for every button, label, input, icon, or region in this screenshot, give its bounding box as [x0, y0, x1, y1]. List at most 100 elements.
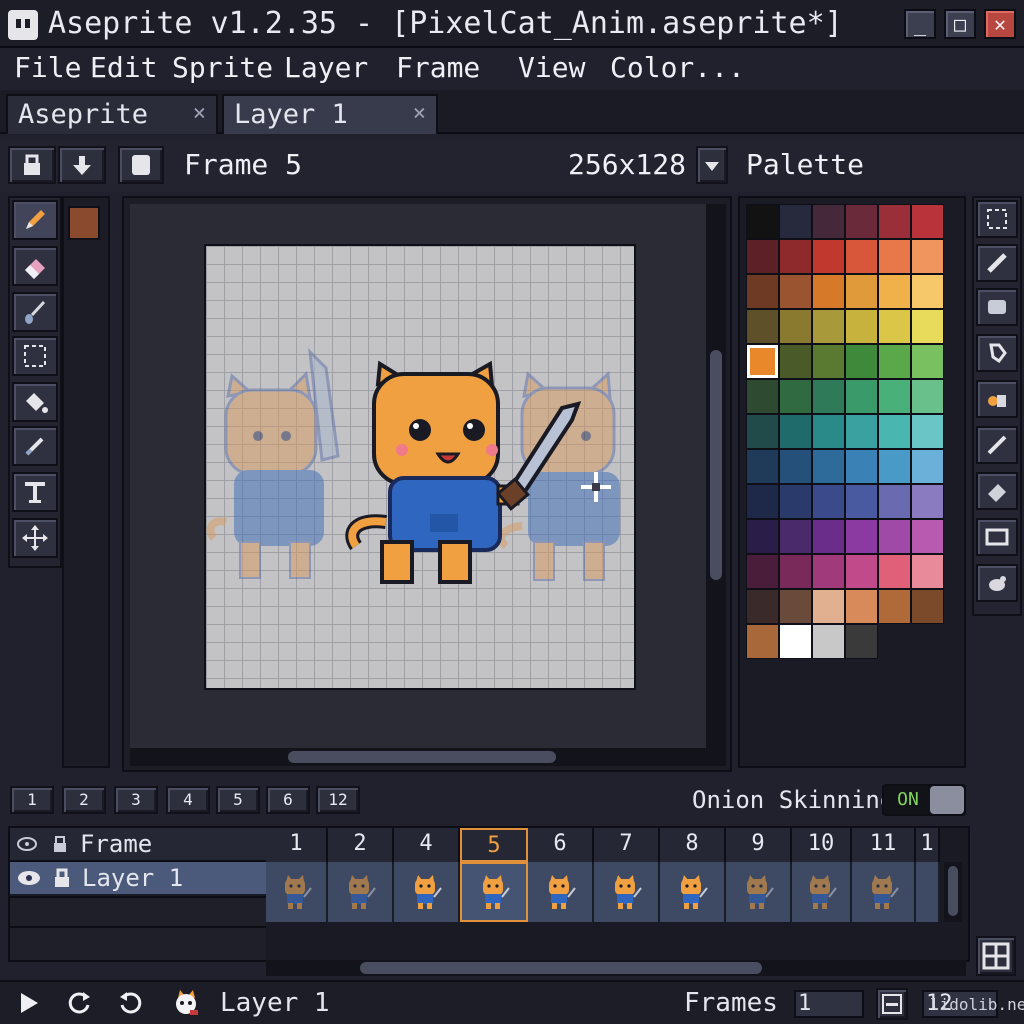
sprite-canvas[interactable]	[204, 244, 636, 690]
palette-swatch[interactable]	[911, 449, 944, 484]
palette-swatch[interactable]	[746, 519, 779, 554]
palette-swatch[interactable]	[845, 239, 878, 274]
palette-swatch[interactable]	[878, 274, 911, 309]
palette-swatch[interactable]	[845, 274, 878, 309]
rectangle-tool-button[interactable]	[976, 288, 1018, 326]
undo-button[interactable]	[116, 988, 146, 1018]
palette-swatch[interactable]	[812, 484, 845, 519]
frame-cel[interactable]	[792, 862, 852, 922]
palette-swatch[interactable]	[845, 484, 878, 519]
eyedropper-tool-button[interactable]	[12, 426, 58, 466]
palette-swatch[interactable]	[812, 274, 845, 309]
frame-button-4[interactable]: 4	[166, 786, 210, 814]
menu-edit[interactable]: Edit	[90, 50, 157, 86]
palette-swatch[interactable]	[845, 414, 878, 449]
loop-button[interactable]	[64, 988, 94, 1018]
minimize-button[interactable]: _	[904, 9, 936, 39]
frame-header-8[interactable]: 8	[660, 828, 726, 862]
palette-swatch[interactable]	[812, 379, 845, 414]
tab-layer-1[interactable]: Layer 1 ×	[222, 94, 438, 134]
canvas-horizontal-scroll-thumb[interactable]	[288, 751, 556, 763]
frame-header-6[interactable]: 6	[528, 828, 594, 862]
palette-swatch[interactable]	[779, 274, 812, 309]
palette-swatch[interactable]	[812, 239, 845, 274]
move-tool-button[interactable]	[12, 518, 58, 558]
palette-swatch[interactable]	[779, 414, 812, 449]
palette-swatch[interactable]	[746, 379, 779, 414]
menu-frame[interactable]: Frame	[396, 50, 480, 86]
frame-button-12[interactable]: 12	[316, 786, 360, 814]
bird-tool-button[interactable]	[976, 564, 1018, 602]
palette-swatch[interactable]	[746, 344, 779, 379]
frame-cel[interactable]	[328, 862, 394, 922]
palette-swatch[interactable]	[746, 554, 779, 589]
timeline-horizontal-scroll-thumb[interactable]	[360, 962, 762, 974]
palette-swatch[interactable]	[911, 309, 944, 344]
palette-swatch[interactable]	[812, 449, 845, 484]
frames-stepper-button[interactable]	[876, 988, 908, 1020]
palette-swatch[interactable]	[911, 344, 944, 379]
palette-swatch[interactable]	[911, 239, 944, 274]
palette-swatch[interactable]	[878, 554, 911, 589]
paint-bucket-tool-button[interactable]	[12, 382, 58, 422]
palette-swatch[interactable]	[845, 519, 878, 554]
palette-swatch[interactable]	[845, 554, 878, 589]
palette-swatch[interactable]	[779, 449, 812, 484]
frame-header-7[interactable]: 7	[594, 828, 660, 862]
palette-swatch[interactable]	[746, 624, 779, 659]
down-arrow-button[interactable]	[58, 146, 106, 184]
palette-swatch[interactable]	[812, 554, 845, 589]
palette-swatch[interactable]	[746, 484, 779, 519]
palette-swatch[interactable]	[746, 309, 779, 344]
palette-swatch[interactable]	[878, 204, 911, 239]
tab-close-icon[interactable]: ×	[193, 101, 206, 126]
frame-header-1[interactable]: 1	[266, 828, 328, 862]
palette-swatch[interactable]	[746, 204, 779, 239]
palette-swatch[interactable]	[746, 239, 779, 274]
frame-cel[interactable]	[726, 862, 792, 922]
frame-cel[interactable]	[852, 862, 916, 922]
frame-button-1[interactable]: 1	[10, 786, 54, 814]
palette-swatch[interactable]	[878, 379, 911, 414]
palette-swatch[interactable]	[746, 274, 779, 309]
brush-tool-button[interactable]	[12, 292, 58, 332]
frame-button-5[interactable]: 5	[216, 786, 260, 814]
layer-row-layer-1[interactable]: Layer 1	[10, 862, 266, 894]
eye-visible-icon[interactable]	[16, 868, 42, 888]
palette-swatch[interactable]	[911, 554, 944, 589]
palette-swatch[interactable]	[911, 274, 944, 309]
lock-icon[interactable]	[50, 866, 74, 890]
palette-swatch[interactable]	[911, 414, 944, 449]
frame-cel[interactable]	[460, 862, 528, 922]
frame-rect-tool-button[interactable]	[976, 518, 1018, 556]
text-tool-button[interactable]	[12, 472, 58, 512]
palette-swatch[interactable]	[779, 624, 812, 659]
frame-button-2[interactable]: 2	[62, 786, 106, 814]
frame-header-5[interactable]: 5	[460, 828, 528, 862]
frame-header-4[interactable]: 4	[394, 828, 460, 862]
eraser-tool-button[interactable]	[12, 246, 58, 286]
onion-toggle-knob[interactable]	[930, 786, 964, 814]
frame-header-9[interactable]: 9	[726, 828, 792, 862]
frame-cel[interactable]	[916, 862, 940, 922]
frames-current-input[interactable]: 1	[794, 990, 864, 1018]
grid-toggle-button[interactable]	[976, 936, 1016, 976]
fill-tool-button[interactable]	[976, 380, 1018, 418]
palette-swatch[interactable]	[845, 379, 878, 414]
palette-swatch[interactable]	[878, 344, 911, 379]
maximize-button[interactable]: □	[944, 9, 976, 39]
tab-close-icon[interactable]: ×	[413, 101, 426, 126]
palette-swatch[interactable]	[878, 239, 911, 274]
tab-aseprite[interactable]: Aseprite ×	[6, 94, 218, 134]
close-button[interactable]: ✕	[984, 9, 1016, 39]
palette-swatch[interactable]	[911, 519, 944, 554]
menu-view[interactable]: View	[518, 50, 585, 86]
palette-swatch[interactable]	[878, 484, 911, 519]
frame-cel[interactable]	[528, 862, 594, 922]
palette-swatch[interactable]	[812, 624, 845, 659]
line-tool-button[interactable]	[976, 244, 1018, 282]
palette-swatch[interactable]	[911, 204, 944, 239]
timeline-vertical-scroll-thumb[interactable]	[948, 866, 958, 916]
palette-swatch[interactable]	[779, 554, 812, 589]
palette-swatch[interactable]	[779, 484, 812, 519]
